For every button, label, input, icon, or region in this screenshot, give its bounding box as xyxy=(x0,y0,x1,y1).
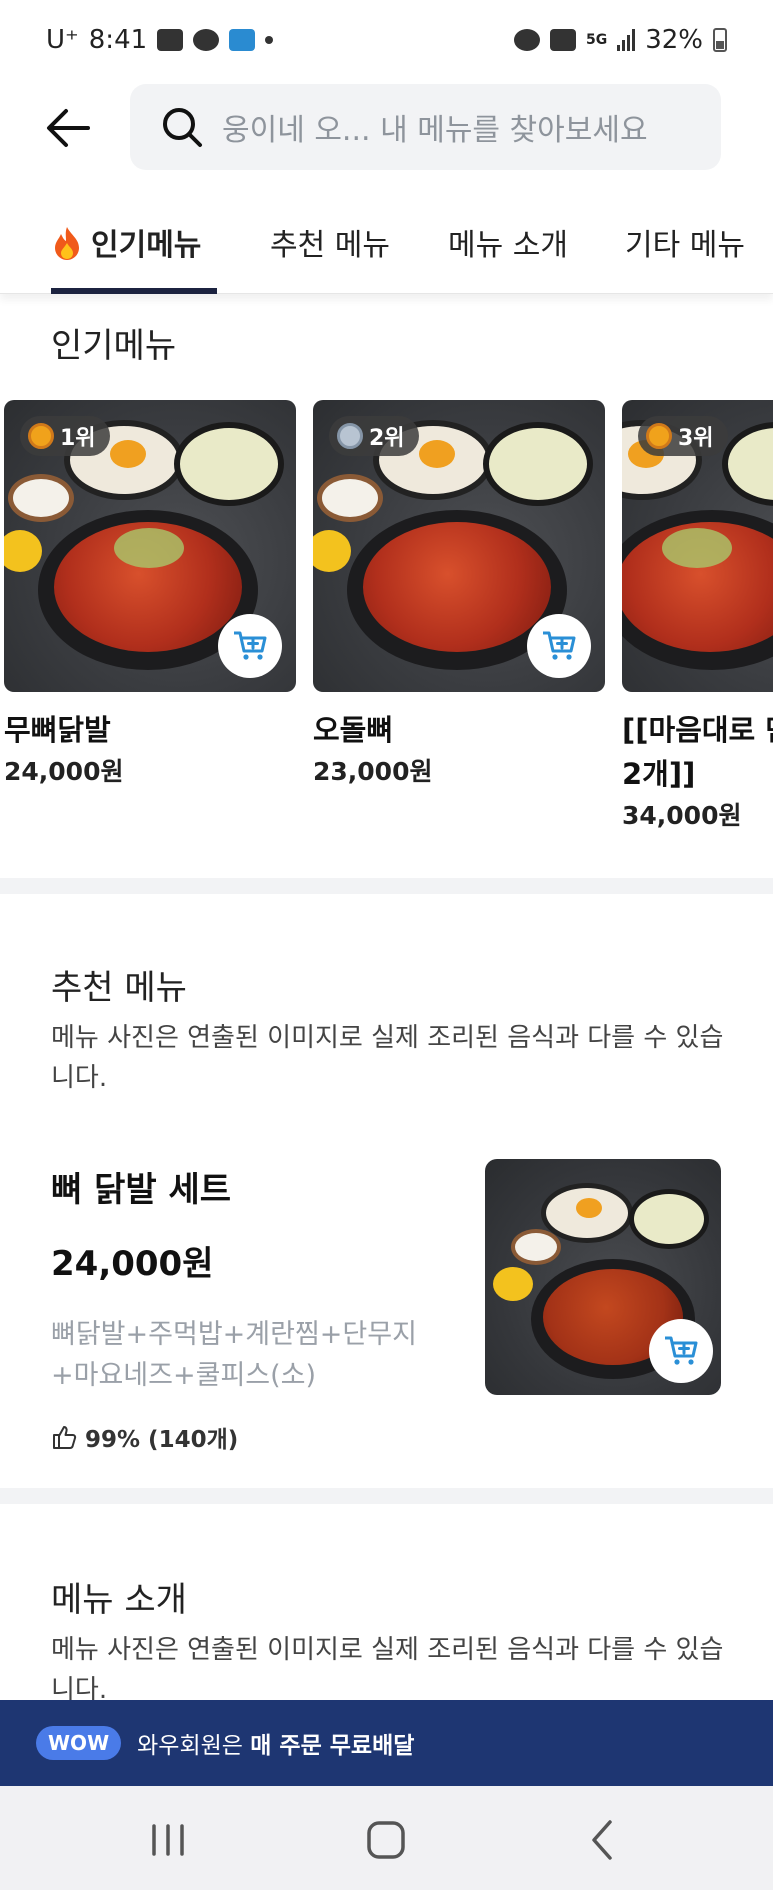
home-button[interactable] xyxy=(356,1812,416,1868)
battery-icon xyxy=(713,28,727,52)
menu-name: 오돌뼈 xyxy=(313,713,394,747)
chevron-left-icon xyxy=(592,1820,612,1860)
system-nav-bar xyxy=(0,1786,773,1890)
rank-badge: 1위 xyxy=(20,416,110,456)
popular-carousel[interactable]: 1위 무뼈닭발 24,000원 2위 오돌뼈 23,000원 3위 [[마음대로… xyxy=(0,400,773,840)
section-title-recommended: 추천 메뉴 xyxy=(51,968,187,1008)
app-notification-icon xyxy=(229,29,256,51)
mute-icon xyxy=(549,29,576,51)
section-divider xyxy=(0,878,773,894)
menu-price: 23,000원 xyxy=(313,757,433,786)
add-to-cart-button[interactable] xyxy=(527,614,591,678)
clock: 8:41 xyxy=(88,25,148,55)
status-bar: U⁺ 8:41 5G 32% xyxy=(0,0,773,80)
menu-name: [[마음대로 만 2개]] xyxy=(622,713,773,791)
menu-card[interactable]: 2위 오돌뼈 23,000원 xyxy=(313,400,605,792)
section-title-popular: 인기메뉴 xyxy=(51,326,177,366)
tab-label: 기타 메뉴 xyxy=(625,228,745,263)
menu-price: 34,000원 xyxy=(622,801,742,830)
gallery-icon xyxy=(157,29,184,51)
recent-apps-button[interactable] xyxy=(138,1812,198,1868)
like-rating: 99% (140개) xyxy=(51,1420,238,1454)
search-input[interactable]: 웅이네 오... 내 메뉴를 찾아보세요 xyxy=(130,84,721,170)
food-image[interactable] xyxy=(485,1159,721,1395)
cart-plus-icon xyxy=(543,631,576,660)
wow-badge: WOW xyxy=(36,1726,122,1760)
menu-name: 뼈 닭발 세트 xyxy=(51,1170,232,1210)
battery-percent: 32% xyxy=(645,25,703,55)
signal-icon xyxy=(617,29,636,51)
gold-medal-icon xyxy=(28,423,54,449)
bronze-medal-icon xyxy=(646,423,672,449)
cart-plus-icon xyxy=(234,631,267,660)
rank-badge: 2위 xyxy=(329,416,419,456)
tab-label: 인기메뉴 xyxy=(91,228,202,263)
search-icon xyxy=(163,108,202,147)
tab-intro[interactable]: 메뉴 소개 xyxy=(448,220,568,264)
menu-card[interactable]: 1위 무뼈닭발 24,000원 xyxy=(4,400,296,792)
food-image: 3위 xyxy=(622,400,773,692)
rank-label: 2위 xyxy=(369,426,405,451)
thumbs-up-icon xyxy=(53,1426,77,1449)
add-to-cart-button[interactable] xyxy=(218,614,282,678)
network-type: 5G xyxy=(585,32,608,48)
carrier-label: U⁺ xyxy=(46,25,79,55)
search-placeholder: 웅이네 오... 내 메뉴를 찾아보세요 xyxy=(222,113,648,148)
back-nav-button[interactable] xyxy=(572,1812,632,1868)
talk-icon xyxy=(193,29,220,51)
menu-name: 무뼈닭발 xyxy=(4,713,111,747)
promo-highlight: 매 주문 무료배달 xyxy=(250,1733,415,1759)
more-notifications-icon xyxy=(265,36,274,44)
photo-notice: 메뉴 사진은 연출된 이미지로 실제 조리된 음식과 다를 수 있습니다. xyxy=(51,1023,724,1093)
recent-apps-icon xyxy=(152,1824,184,1856)
tab-recommended[interactable]: 추천 메뉴 xyxy=(270,220,390,264)
arrow-left-icon xyxy=(47,109,90,147)
section-divider xyxy=(0,1488,773,1504)
header: 웅이네 오... 내 메뉴를 찾아보세요 xyxy=(0,84,773,172)
wow-promo-banner[interactable]: WOW 와우회원은 매 주문 무료배달 xyxy=(0,1700,773,1786)
silver-medal-icon xyxy=(337,423,363,449)
tab-etc[interactable]: 기타 메뉴 xyxy=(625,220,745,264)
menu-card[interactable]: 3위 [[마음대로 만 2개]] 34,000원 xyxy=(622,400,773,836)
tab-label: 추천 메뉴 xyxy=(270,228,390,263)
cart-plus-icon xyxy=(665,1336,698,1365)
rank-label: 1위 xyxy=(60,426,96,451)
food-image: 1위 xyxy=(4,400,296,692)
alarm-icon xyxy=(513,29,540,51)
section-title-intro: 메뉴 소개 xyxy=(51,1580,187,1620)
add-to-cart-button[interactable] xyxy=(649,1319,713,1383)
rank-label: 3위 xyxy=(678,426,714,451)
category-tabs: 인기메뉴 추천 메뉴 메뉴 소개 기타 메뉴 xyxy=(0,210,773,294)
tab-popular[interactable]: 인기메뉴 xyxy=(51,220,201,264)
menu-price: 24,000원 xyxy=(51,1244,214,1284)
menu-description: 뼈닭발+주먹밥+계란찜+단무지+마요네즈+쿨피스(소) xyxy=(51,1319,417,1391)
food-image: 2위 xyxy=(313,400,605,692)
back-button[interactable] xyxy=(44,106,92,150)
rank-badge: 3위 xyxy=(638,416,728,456)
home-icon xyxy=(367,1821,405,1859)
photo-notice: 메뉴 사진은 연출된 이미지로 실제 조리된 음식과 다를 수 있습니다. xyxy=(51,1635,724,1705)
fire-icon xyxy=(55,227,79,260)
promo-prefix: 와우회원은 xyxy=(137,1733,251,1759)
like-text: 99% (140개) xyxy=(85,1427,239,1453)
active-tab-indicator xyxy=(51,288,217,294)
tab-label: 메뉴 소개 xyxy=(448,228,568,263)
menu-price: 24,000원 xyxy=(4,757,124,786)
promo-text: 와우회원은 매 주문 무료배달 xyxy=(137,1726,414,1760)
